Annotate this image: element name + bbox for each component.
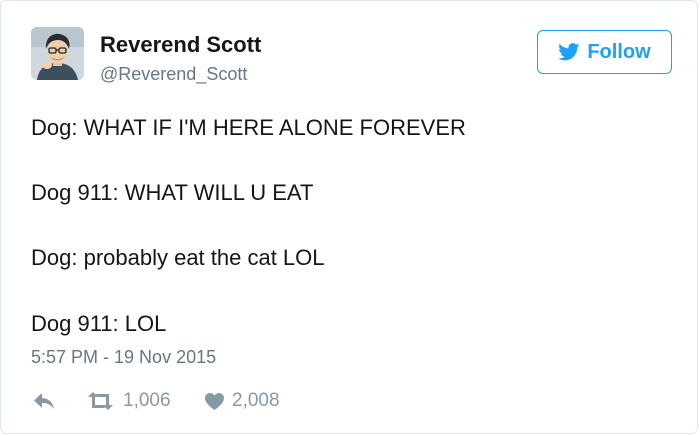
heart-icon xyxy=(205,392,224,410)
tweet-text-line: Dog: WHAT IF I'M HERE ALONE FOREVER xyxy=(31,115,466,140)
tweet-text-line: Dog 911: LOL xyxy=(31,311,167,336)
tweet-text-line: Dog: probably eat the cat LOL xyxy=(31,245,325,270)
author-handle[interactable]: @Reverend_Scott xyxy=(100,64,247,85)
like-count: 2,008 xyxy=(232,390,280,411)
like-button[interactable]: 2,008 xyxy=(205,389,280,413)
follow-button-label: Follow xyxy=(587,40,651,63)
reply-icon xyxy=(34,393,54,409)
tweet-card: Reverend Scott @Reverend_Scott Follow Do… xyxy=(0,0,698,434)
follow-button[interactable]: Follow xyxy=(537,30,672,74)
retweet-count: 1,006 xyxy=(123,390,171,411)
tweet-text-line: Dog 911: WHAT WILL U EAT xyxy=(31,180,314,205)
retweet-button[interactable]: 1,006 xyxy=(87,389,171,413)
retweet-icon xyxy=(88,392,113,410)
author-name[interactable]: Reverend Scott xyxy=(100,32,261,58)
twitter-bird-icon xyxy=(558,43,580,61)
tweet-timestamp[interactable]: 5:57 PM - 19 Nov 2015 xyxy=(31,347,216,368)
cartoon-avatar-icon xyxy=(31,27,84,80)
avatar[interactable] xyxy=(31,27,84,80)
reply-button[interactable] xyxy=(33,389,55,413)
